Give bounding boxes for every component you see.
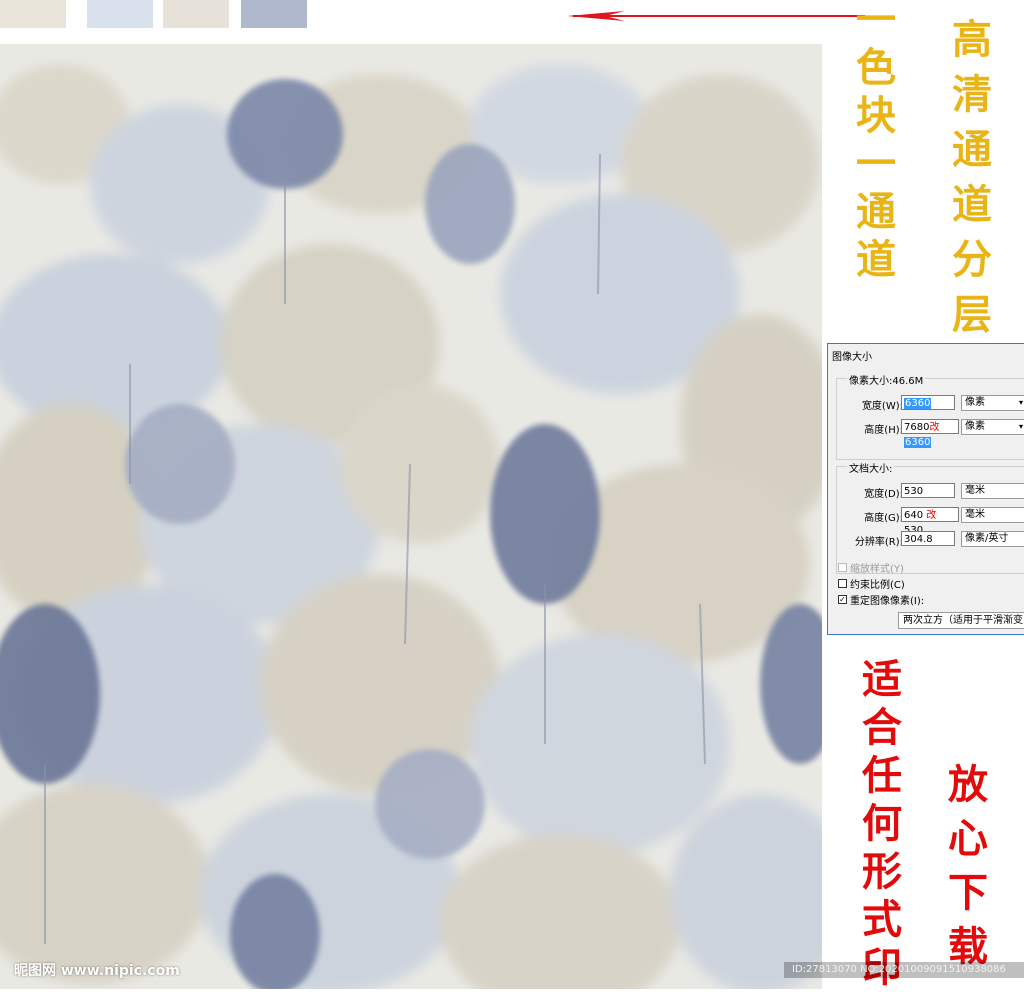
document-size-legend: 文档大小: xyxy=(847,460,895,475)
color-swatch-slate-blue xyxy=(241,0,307,28)
doc-width-input[interactable]: 530 xyxy=(901,483,955,498)
document-size-group: 文档大小: 宽度(D): 530 毫米 高度(G): 640 改 530 毫米 … xyxy=(836,460,1024,574)
pixel-dimensions-legend: 像素大小:46.6M xyxy=(847,372,926,387)
pixel-height-unit-select[interactable]: 像素 ▾ xyxy=(961,419,1024,435)
pixel-width-input[interactable]: 6360 xyxy=(901,395,955,410)
dialog-title: 图像大小 xyxy=(832,352,872,363)
resolution-unit-select[interactable]: 像素/英寸 xyxy=(961,531,1024,547)
resample-image-checkbox[interactable]: ✓ 重定图像像素(I): xyxy=(838,592,924,607)
resample-method-select[interactable]: 两次立方（适用于平滑渐变 xyxy=(898,612,1024,629)
color-swatch-light-blue xyxy=(87,0,153,28)
checkbox-box xyxy=(838,579,847,588)
left-arrow-icon xyxy=(567,11,865,21)
doc-height-input[interactable]: 640 改 530 xyxy=(901,507,959,536)
color-swatch-beige xyxy=(0,0,66,28)
doc-width-unit-select[interactable]: 毫米 xyxy=(961,483,1024,499)
pixel-height-label: 高度(H): xyxy=(864,425,903,436)
pixel-height-input[interactable]: 7680改6360 xyxy=(901,419,959,448)
caption-hd-channel-layers: 高清通道分层 xyxy=(952,16,992,338)
color-swatch-warm-gray xyxy=(163,0,229,28)
resolution-input[interactable]: 304.8 xyxy=(901,531,955,546)
caption-one-color-one-channel: 一色块一通道 xyxy=(856,0,896,283)
resolution-label: 分辨率(R): xyxy=(854,537,903,548)
chevron-down-icon: ▾ xyxy=(1018,398,1023,407)
image-size-dialog: 图像大小 像素大小:46.6M 宽度(W): 6360 像素 ▾ 高度(H): 7… xyxy=(827,343,1024,635)
constrain-proportions-checkbox[interactable]: 约束比例(C) xyxy=(838,576,905,591)
checkmark-icon: ✓ xyxy=(838,595,847,604)
caption-download-safely: 放心下载 xyxy=(948,761,988,970)
pixel-dimensions-group: 像素大小:46.6M 宽度(W): 6360 像素 ▾ 高度(H): 7680改6… xyxy=(836,372,1024,460)
site-watermark: 昵图网 www.nipic.com xyxy=(14,963,180,979)
doc-width-label: 宽度(D): xyxy=(864,489,903,500)
doc-height-unit-select[interactable]: 毫米 xyxy=(961,507,1024,523)
pixel-width-label: 宽度(W): xyxy=(861,401,903,412)
pixel-width-unit-select[interactable]: 像素 ▾ xyxy=(961,395,1024,411)
image-id-watermark: ID:27813070 NO:20201009091510938086 xyxy=(784,962,1024,978)
forest-watercolor-artwork xyxy=(0,44,822,989)
doc-height-label: 高度(G): xyxy=(864,513,903,524)
caption-suitable-any-print: 适合任何形式印 xyxy=(862,656,902,991)
checkbox-box xyxy=(838,563,847,572)
chevron-down-icon: ▾ xyxy=(1018,422,1023,431)
scale-styles-checkbox[interactable]: 缩放样式(Y) xyxy=(838,560,904,575)
